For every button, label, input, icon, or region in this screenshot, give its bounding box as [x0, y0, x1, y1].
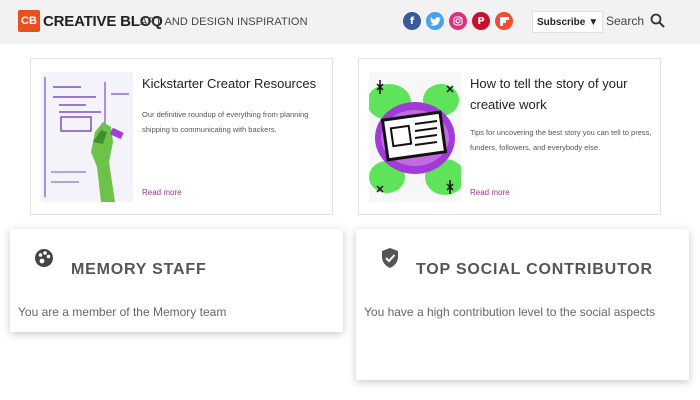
subscribe-button[interactable]: Subscribe ▼ — [532, 11, 604, 33]
caret-down-icon: ▼ — [588, 16, 599, 28]
article-description: Tips for uncovering the best story you c… — [470, 128, 652, 152]
badge-title: MEMORY STAFF — [71, 261, 207, 278]
social-links: f P — [403, 12, 513, 30]
article-thumbnail[interactable] — [369, 72, 461, 202]
search-button[interactable]: Search — [606, 13, 665, 28]
site-header: CB CREATIVE BLOQ ART AND DESIGN INSPIRAT… — [0, 0, 700, 44]
article-card[interactable]: How to tell the story of your creative w… — [358, 58, 661, 215]
read-more-link[interactable]: Read more — [470, 188, 510, 197]
instagram-icon[interactable] — [449, 12, 467, 30]
article-title[interactable]: How to tell the story of your creative w… — [470, 73, 650, 115]
flipboard-icon[interactable] — [495, 12, 513, 30]
badge-description: You have a high contribution level to th… — [364, 305, 656, 319]
palette-icon — [34, 247, 54, 269]
search-label: Search — [606, 13, 645, 28]
article-title[interactable]: Kickstarter Creator Resources — [142, 73, 322, 94]
shield-check-icon — [380, 247, 400, 269]
badge-description: You are a member of the Memory team — [18, 305, 227, 319]
subscribe-label: Subscribe — [537, 16, 586, 28]
logo-mark: CB — [18, 10, 40, 32]
facebook-icon[interactable]: f — [403, 12, 421, 30]
article-card[interactable]: Kickstarter Creator Resources Our defini… — [30, 58, 333, 215]
pinterest-icon[interactable]: P — [472, 12, 490, 30]
article-thumbnail[interactable] — [41, 72, 133, 202]
badge-title: TOP SOCIAL CONTRIBUTOR — [416, 261, 653, 278]
search-icon — [650, 13, 665, 28]
site-tagline: ART AND DESIGN INSPIRATION — [140, 16, 308, 28]
article-description: Our definitive roundup of everything fro… — [142, 110, 309, 134]
badge-card: TOP SOCIAL CONTRIBUTOR You have a high c… — [356, 229, 689, 380]
read-more-link[interactable]: Read more — [142, 188, 182, 197]
twitter-icon[interactable] — [426, 12, 444, 30]
badge-card: MEMORY STAFF You are a member of the Mem… — [10, 229, 343, 332]
